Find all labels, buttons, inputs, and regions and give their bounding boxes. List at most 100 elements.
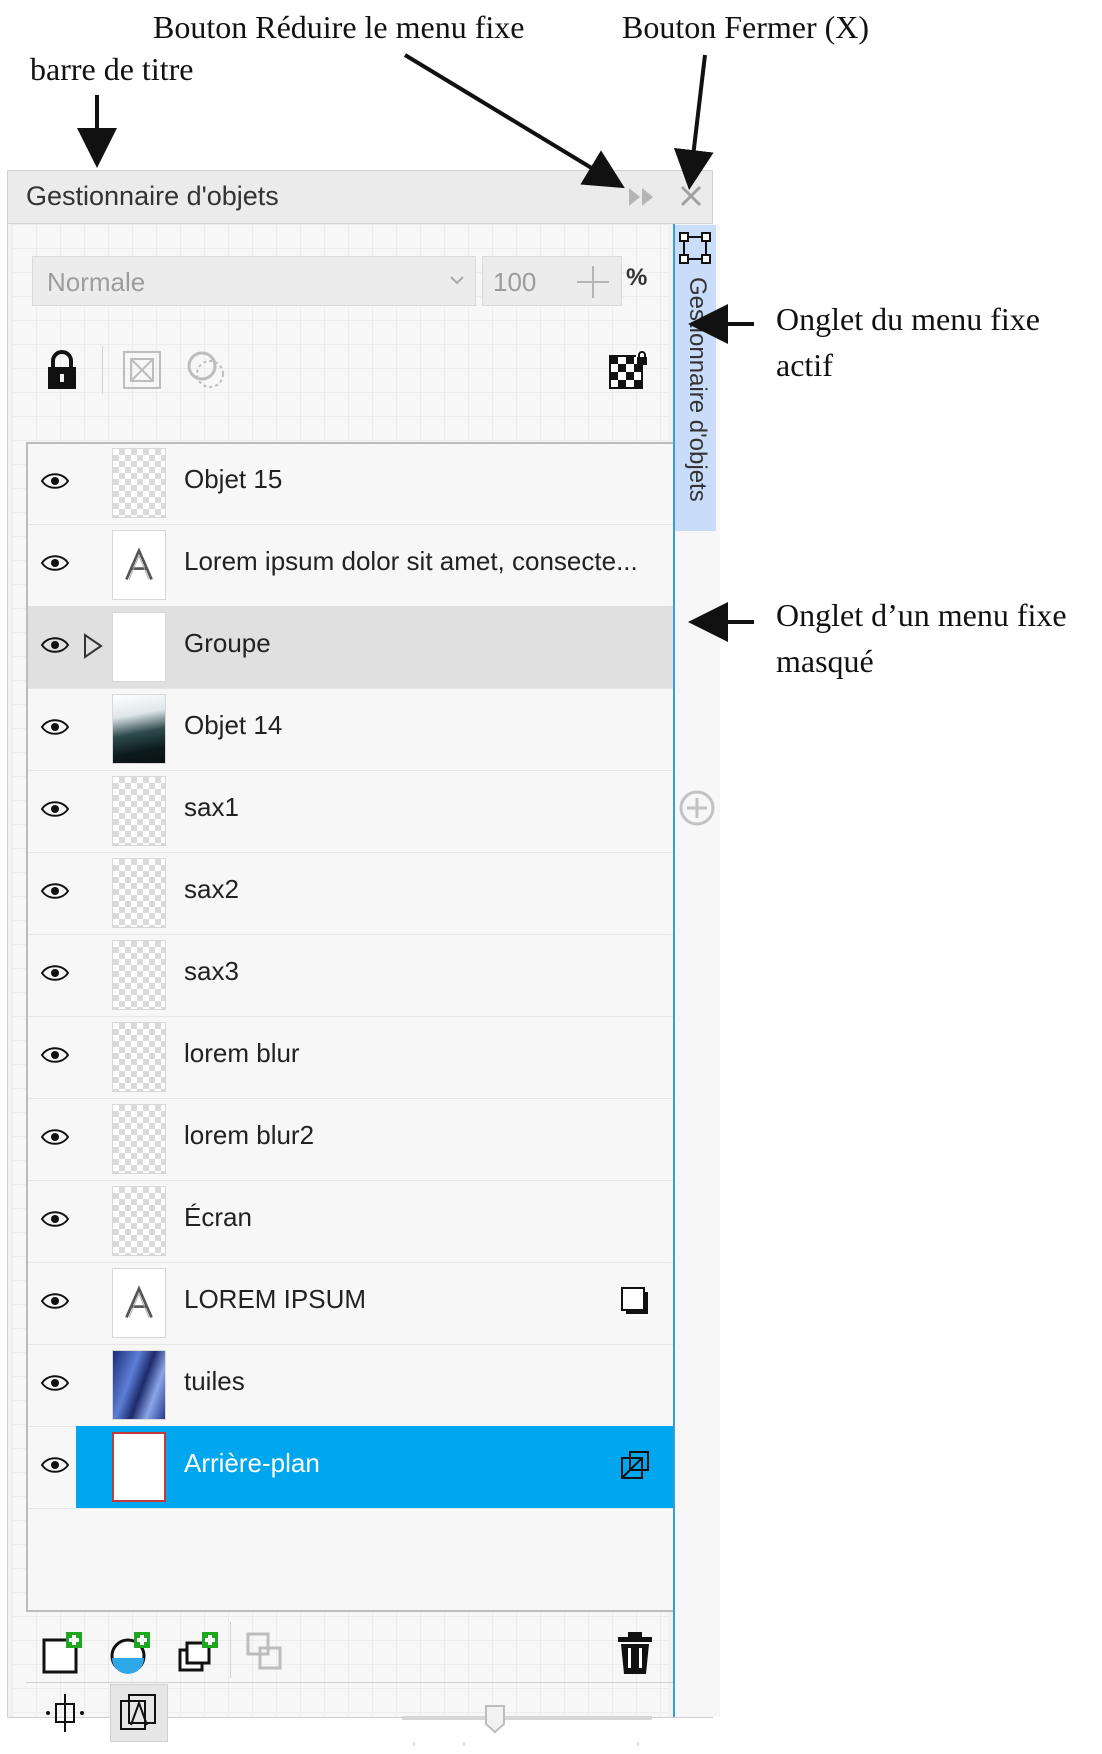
object-name: Lorem ipsum dolor sit amet, consecte... xyxy=(184,546,638,576)
panel-title: Gestionnaire d'objets xyxy=(26,181,279,211)
visibility-circle-icon[interactable] xyxy=(184,348,228,392)
blend-mode-select[interactable]: Normale xyxy=(32,256,476,306)
combine-icon[interactable] xyxy=(244,1630,290,1676)
close-icon[interactable] xyxy=(677,182,705,210)
object-name: lorem blur xyxy=(184,1038,300,1068)
object-name: Arrière-plan xyxy=(184,1448,320,1478)
shadow-square-icon xyxy=(621,1287,648,1314)
view-objects-icon xyxy=(120,1694,156,1730)
opacity-input[interactable]: 100 xyxy=(482,256,622,306)
object-name: LOREM IPSUM xyxy=(184,1284,367,1314)
object-name: sax1 xyxy=(184,792,239,822)
selection-highlight xyxy=(76,1426,676,1508)
disable-icon[interactable] xyxy=(120,348,164,392)
trash-icon[interactable] xyxy=(612,1630,658,1676)
bottom-separator xyxy=(230,1622,231,1678)
object-row[interactable]: sax2 xyxy=(28,852,676,935)
new-master-layer-icon[interactable] xyxy=(108,1630,154,1676)
collapse-docker-icon[interactable] xyxy=(627,185,657,209)
object-thumbnail xyxy=(112,1104,166,1174)
page-background-icon xyxy=(621,1451,649,1479)
annotation-active-tab-2: actif xyxy=(776,347,833,383)
snap-center-icon[interactable] xyxy=(42,1690,88,1736)
object-thumbnail xyxy=(112,1022,166,1092)
bottom-toolbar xyxy=(26,1622,678,1682)
toolbar-separator xyxy=(102,346,103,394)
visibility-eye-icon[interactable] xyxy=(40,1371,70,1395)
visibility-eye-icon[interactable] xyxy=(40,633,70,657)
object-thumbnail xyxy=(112,1350,166,1420)
object-manager-icon xyxy=(679,232,711,264)
object-name: Objet 15 xyxy=(184,464,283,494)
object-row[interactable]: tuiles xyxy=(28,1344,676,1427)
object-name: tuiles xyxy=(184,1366,245,1396)
object-thumbnail xyxy=(112,694,166,764)
visibility-eye-icon[interactable] xyxy=(40,1453,70,1477)
object-thumbnail xyxy=(112,940,166,1010)
opacity-value: 100 xyxy=(493,267,537,297)
object-name: sax2 xyxy=(184,874,239,904)
arrow-close xyxy=(673,54,714,190)
visibility-eye-icon[interactable] xyxy=(40,551,70,575)
object-manager-panel: Gestionnaire d'objets Normale 100 % Obje… xyxy=(7,170,720,1746)
add-docker-icon[interactable] xyxy=(678,789,716,827)
visibility-eye-icon[interactable] xyxy=(40,1207,70,1231)
object-row[interactable]: lorem blur xyxy=(28,1016,676,1099)
visibility-eye-icon[interactable] xyxy=(40,1043,70,1067)
object-name: Objet 14 xyxy=(184,710,283,740)
visibility-eye-icon[interactable] xyxy=(40,961,70,985)
object-row[interactable]: sax3 xyxy=(28,934,676,1017)
object-row[interactable]: sax1 xyxy=(28,770,676,853)
object-row[interactable]: Objet 15 xyxy=(28,444,676,525)
object-name: Groupe xyxy=(184,628,271,658)
object-row[interactable]: Groupe xyxy=(28,606,676,689)
checker-lock-icon[interactable] xyxy=(606,348,650,392)
annotation-collapse-button: Bouton Réduire le menu fixe xyxy=(153,9,525,45)
object-row[interactable]: Lorem ipsum dolor sit amet, consecte... xyxy=(28,524,676,607)
visibility-eye-icon[interactable] xyxy=(40,1289,70,1313)
object-thumbnail xyxy=(112,530,166,600)
expand-arrow-icon[interactable] xyxy=(82,632,104,660)
text-object-icon xyxy=(125,1285,153,1318)
dock-tab-label: Gestionnaire d'objets xyxy=(684,277,711,502)
panel-content: Normale 100 % Objet 15 Lorem ipsum dolor… xyxy=(12,224,678,1746)
lock-icon[interactable] xyxy=(40,348,84,392)
object-thumbnail xyxy=(112,858,166,928)
new-object-icon[interactable] xyxy=(176,1630,222,1676)
annotation-hidden-tab-2: masqué xyxy=(776,643,874,679)
object-row[interactable]: Objet 14 xyxy=(28,688,676,771)
chevron-down-icon xyxy=(450,276,464,285)
visibility-eye-icon[interactable] xyxy=(40,879,70,903)
visibility-eye-icon[interactable] xyxy=(40,1125,70,1149)
object-row[interactable]: Arrière-plan xyxy=(28,1426,676,1509)
bottom-divider xyxy=(26,1682,678,1683)
visibility-eye-icon[interactable] xyxy=(40,469,70,493)
object-thumbnail xyxy=(112,776,166,846)
object-name: lorem blur2 xyxy=(184,1120,315,1150)
object-thumbnail xyxy=(112,448,166,518)
object-thumbnail xyxy=(112,1268,166,1338)
visibility-eye-icon[interactable] xyxy=(40,715,70,739)
object-list[interactable]: Objet 15 Lorem ipsum dolor sit amet, cons… xyxy=(26,442,678,1612)
annotation-titlebar: barre de titre xyxy=(30,51,194,87)
annotation-active-tab-1: Onglet du menu fixe xyxy=(776,301,1040,337)
dock-tab-object-manager[interactable]: Gestionnaire d'objets xyxy=(675,225,716,531)
text-object-icon xyxy=(125,547,153,580)
object-row[interactable]: LOREM IPSUM xyxy=(28,1262,676,1345)
object-thumbnail xyxy=(112,1186,166,1256)
arrow-collapse xyxy=(403,53,625,189)
object-row[interactable]: lorem blur2 xyxy=(28,1098,676,1181)
object-row[interactable]: Écran xyxy=(28,1180,676,1263)
object-name: Écran xyxy=(184,1202,252,1232)
visibility-eye-icon[interactable] xyxy=(40,797,70,821)
blend-mode-value: Normale xyxy=(47,267,146,297)
new-layer-icon[interactable] xyxy=(40,1630,86,1676)
annotation-hidden-tab-1: Onglet d’un menu fixe xyxy=(776,597,1067,633)
view-objects-button[interactable] xyxy=(110,1684,168,1742)
thumbnail-size-slider[interactable] xyxy=(402,1704,652,1754)
object-name: sax3 xyxy=(184,956,239,986)
opacity-spinner-icon[interactable] xyxy=(575,264,611,300)
panel-titlebar[interactable]: Gestionnaire d'objets xyxy=(8,171,712,224)
opacity-unit: % xyxy=(626,264,648,291)
annotation-close-button: Bouton Fermer (X) xyxy=(622,9,870,45)
